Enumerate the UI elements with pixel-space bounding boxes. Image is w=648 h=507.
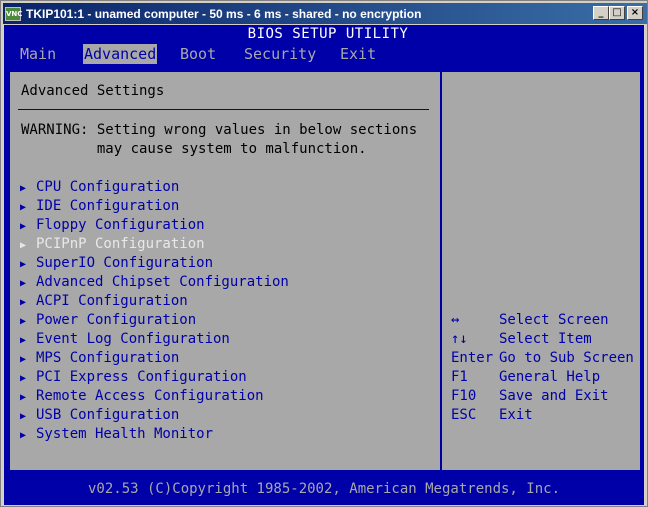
help-general-help: F1 General Help — [451, 369, 601, 385]
tab-exit[interactable]: Exit — [339, 44, 377, 64]
menu-item-mps[interactable]: ▶ MPS Configuration — [20, 350, 179, 369]
menu-item-floppy[interactable]: ▶ Floppy Configuration — [20, 217, 205, 236]
menu-item-acpi[interactable]: ▶ ACPI Configuration — [20, 293, 188, 312]
vnc-window: VNC TKIP101:1 - unamed computer - 50 ms … — [0, 0, 648, 507]
submenu-arrow-icon: ▶ — [20, 411, 27, 422]
submenu-arrow-icon: ▶ — [20, 221, 27, 232]
panel-title: Advanced Settings — [21, 83, 165, 99]
close-button[interactable]: × — [627, 6, 643, 20]
vnc-app-icon: VNC — [5, 6, 22, 21]
menu-item-superio[interactable]: ▶ SuperIO Configuration — [20, 255, 213, 274]
submenu-arrow-icon: ▶ — [20, 183, 27, 194]
panel-divider — [440, 72, 442, 470]
up-down-arrows-icon: ↑↓ — [451, 331, 468, 347]
tab-boot[interactable]: Boot — [179, 44, 217, 64]
submenu-arrow-icon: ▶ — [20, 373, 27, 384]
tab-security[interactable]: Security — [243, 44, 317, 64]
help-select-item: ↑↓ Select Item — [451, 331, 592, 347]
help-select-screen: ↔ Select Screen — [451, 312, 609, 328]
submenu-arrow-icon: ▶ — [20, 202, 27, 213]
window-titlebar[interactable]: VNC TKIP101:1 - unamed computer - 50 ms … — [3, 3, 647, 24]
advanced-panel: Advanced Settings WARNING: Setting wrong… — [8, 70, 642, 472]
window-title: TKIP101:1 - unamed computer - 50 ms - 6 … — [26, 6, 422, 21]
submenu-arrow-icon: ▶ — [20, 335, 27, 346]
menu-item-pcipnp[interactable]: ▶ PCIPnP Configuration — [20, 236, 205, 255]
menu-item-event-log[interactable]: ▶ Event Log Configuration — [20, 331, 230, 350]
tab-advanced[interactable]: Advanced — [83, 44, 158, 64]
maximize-button[interactable]: □ — [609, 6, 625, 20]
warning-line-1: WARNING: Setting wrong values in below s… — [21, 122, 418, 138]
help-exit: ESC Exit — [451, 407, 533, 423]
submenu-arrow-icon: ▶ — [20, 354, 27, 365]
submenu-arrow-icon: ▶ — [20, 392, 27, 403]
submenu-arrow-icon: ▶ — [20, 316, 27, 327]
bios-tab-bar: Main Advanced Boot Security Exit — [4, 44, 644, 64]
menu-item-usb[interactable]: ▶ USB Configuration — [20, 407, 179, 426]
tab-main[interactable]: Main — [19, 44, 57, 64]
minimize-button[interactable]: _ — [593, 6, 609, 20]
warning-line-2: may cause system to malfunction. — [21, 141, 367, 157]
submenu-arrow-icon: ▶ — [20, 297, 27, 308]
menu-item-ide[interactable]: ▶ IDE Configuration — [20, 198, 179, 217]
submenu-arrow-icon: ▶ — [20, 278, 27, 289]
copyright-footer: v02.53 (C)Copyright 1985-2002, American … — [87, 481, 560, 497]
submenu-arrow-icon: ▶ — [20, 259, 27, 270]
menu-item-cpu[interactable]: ▶ CPU Configuration — [20, 179, 179, 198]
menu-item-pci-express[interactable]: ▶ PCI Express Configuration — [20, 369, 247, 388]
left-right-arrows-icon: ↔ — [451, 312, 460, 328]
help-sub-screen: Enter Go to Sub Screen — [451, 350, 634, 366]
help-save-exit: F10 Save and Exit — [451, 388, 609, 404]
submenu-arrow-icon: ▶ — [20, 240, 27, 251]
menu-item-health-monitor[interactable]: ▶ System Health Monitor — [20, 426, 213, 445]
title-underline — [18, 109, 429, 110]
menu-item-chipset[interactable]: ▶ Advanced Chipset Configuration — [20, 274, 289, 293]
menu-item-power[interactable]: ▶ Power Configuration — [20, 312, 196, 331]
bios-title: BIOS SETUP UTILITY — [247, 26, 409, 42]
bios-screen: BIOS SETUP UTILITY Main Advanced Boot Se… — [4, 25, 644, 505]
menu-item-remote-access[interactable]: ▶ Remote Access Configuration — [20, 388, 264, 407]
submenu-arrow-icon: ▶ — [20, 430, 27, 441]
